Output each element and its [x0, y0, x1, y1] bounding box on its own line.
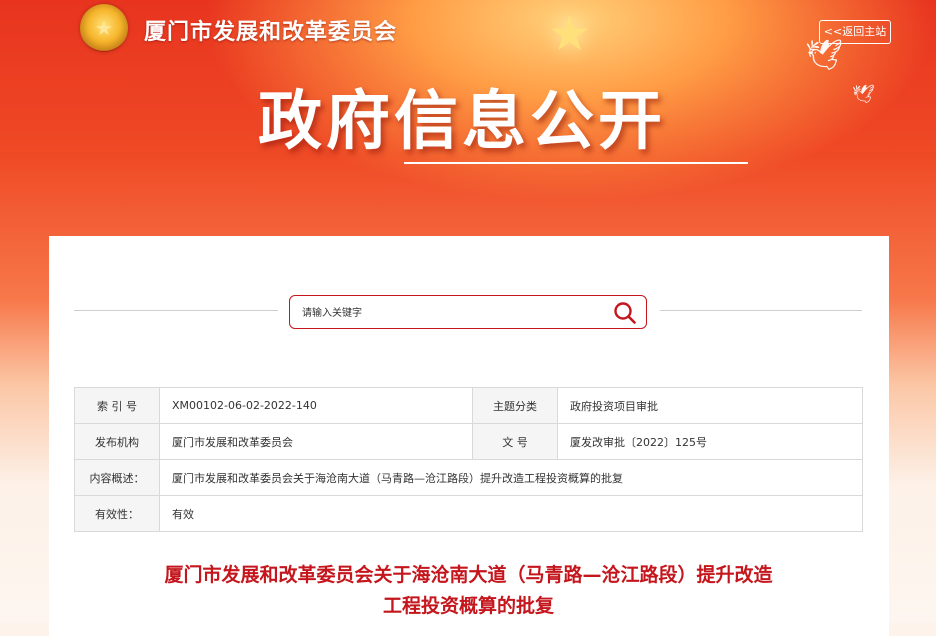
search-button[interactable] [612, 300, 638, 326]
search-divider-left [74, 310, 278, 311]
document-title-line1: 厦门市发展和改革委员会关于海沧南大道（马青路—沧江路段）提升改造 [164, 564, 773, 586]
search-box [289, 295, 647, 329]
dove-icon: 🕊 [852, 84, 875, 105]
summary-value: 厦门市发展和改革委员会关于海沧南大道（马青路—沧江路段）提升改造工程投资概算的批… [159, 459, 863, 496]
site-header: ★ 厦门市发展和改革委员会 <<返回主站 [0, 0, 936, 60]
search-input[interactable] [300, 302, 604, 324]
publisher-value: 厦门市发展和改革委员会 [159, 423, 473, 460]
topic-category-value: 政府投资项目审批 [557, 387, 863, 424]
table-row: 发布机构 厦门市发展和改革委员会 文 号 厦发改审批〔2022〕125号 [74, 423, 863, 460]
table-row: 有效性： 有效 [74, 495, 863, 532]
document-title-line2: 工程投资概算的批复 [382, 595, 554, 617]
index-number-label: 索 引 号 [74, 387, 160, 424]
document-title: 厦门市发展和改革委员会关于海沧南大道（马青路—沧江路段）提升改造 工程投资概算的… [74, 560, 863, 622]
page-heading: 政府信息公开 [258, 85, 666, 159]
site-name[interactable]: 厦门市发展和改革委员会 [144, 14, 397, 46]
search-divider-right [660, 310, 862, 311]
document-number-label: 文 号 [472, 423, 558, 460]
validity-label: 有效性： [74, 495, 160, 532]
national-emblem-icon: ★ [80, 4, 128, 52]
publisher-label: 发布机构 [74, 423, 160, 460]
topic-category-label: 主题分类 [472, 387, 558, 424]
document-number-value: 厦发改审批〔2022〕125号 [557, 423, 863, 460]
table-row: 内容概述： 厦门市发展和改革委员会关于海沧南大道（马青路—沧江路段）提升改造工程… [74, 459, 863, 496]
index-number-value: XM00102-06-02-2022-140 [159, 387, 473, 424]
dove-icon: 🕊 [805, 38, 844, 73]
search-icon [614, 302, 636, 324]
validity-value: 有效 [159, 495, 863, 532]
table-row: 索 引 号 XM00102-06-02-2022-140 主题分类 政府投资项目… [74, 387, 863, 424]
summary-label: 内容概述： [74, 459, 160, 496]
heading-underline [404, 162, 748, 164]
document-meta-table: 索 引 号 XM00102-06-02-2022-140 主题分类 政府投资项目… [74, 387, 863, 532]
